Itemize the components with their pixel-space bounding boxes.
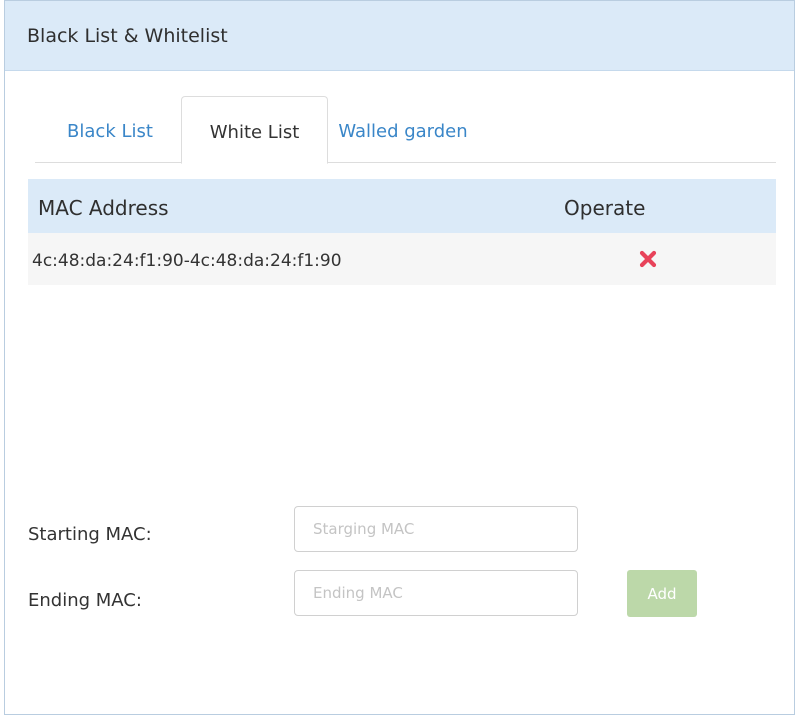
panel-title: Black List & Whitelist (5, 1, 794, 71)
table-row: 4c:48:da:24:f1:90-4c:48:da:24:f1:90 (28, 233, 776, 285)
column-header-mac-address: MAC Address (38, 196, 169, 220)
starting-mac-input[interactable] (294, 506, 578, 552)
delete-x-icon[interactable] (638, 249, 658, 269)
tab-white-list[interactable]: White List (181, 96, 328, 164)
ending-mac-label: Ending MAC: (28, 590, 142, 611)
tab-walled-garden[interactable]: Walled garden (328, 96, 478, 163)
tab-bar: Black List White List Walled garden (35, 96, 776, 164)
mac-table: MAC Address Operate 4c:48:da:24:f1:90-4c… (28, 179, 776, 285)
blacklist-whitelist-panel: Black List & Whitelist Black List White … (4, 0, 795, 715)
table-header: MAC Address Operate (28, 179, 776, 233)
column-header-operate: Operate (564, 196, 646, 220)
ending-mac-input[interactable] (294, 570, 578, 616)
tab-black-list[interactable]: Black List (35, 96, 185, 163)
starting-mac-label: Starting MAC: (28, 524, 152, 545)
mac-range-cell: 4c:48:da:24:f1:90-4c:48:da:24:f1:90 (32, 251, 342, 271)
add-button[interactable]: Add (627, 570, 697, 617)
